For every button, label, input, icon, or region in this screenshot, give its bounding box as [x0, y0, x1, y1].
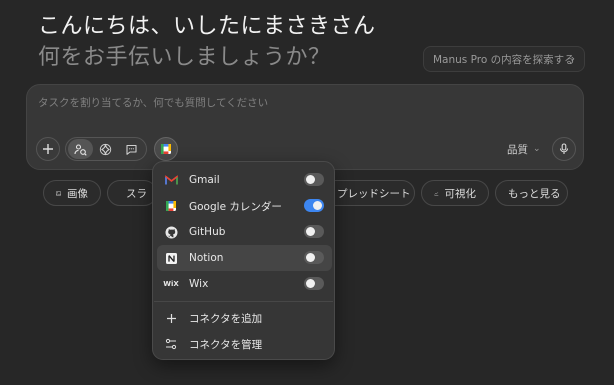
gmail-icon — [164, 173, 178, 187]
sparkle-mode-icon — [100, 143, 112, 155]
wix-icon: WiX — [163, 280, 179, 288]
plus-icon — [43, 144, 53, 154]
sparkle-mode-button[interactable] — [93, 139, 118, 159]
quality-selector[interactable]: 品質 ⌄ — [507, 141, 541, 157]
connector-label: Gmail — [189, 174, 220, 186]
connector-item-google-calendar[interactable]: Google カレンダー — [157, 193, 332, 219]
mode-selector — [65, 137, 147, 161]
chip-more-label: もっと見る — [508, 187, 561, 200]
microphone-icon — [559, 143, 569, 154]
greeting-subtitle: 何をお手伝いしましょうか？ — [38, 45, 331, 70]
google-calendar-toggle[interactable] — [304, 199, 324, 212]
chip-more[interactable]: もっと見る — [495, 180, 568, 206]
plus-icon — [164, 311, 178, 325]
chart-icon — [434, 191, 439, 196]
manage-connectors-item[interactable]: コネクタを管理 — [157, 331, 332, 357]
chip-spreadsheet-label: プレッドシート — [337, 187, 411, 200]
add-connector-label: コネクタを追加 — [189, 312, 263, 325]
quality-label: 品質 — [507, 143, 528, 156]
connector-item-gmail[interactable]: Gmail — [157, 167, 332, 193]
add-button[interactable] — [36, 137, 60, 161]
connector-label: Wix — [189, 278, 209, 290]
agent-mode-button[interactable] — [68, 139, 94, 159]
chip-visualize[interactable]: 可視化 — [421, 180, 489, 206]
connectors-button[interactable] — [154, 137, 178, 161]
chip-image-label: 画像 — [67, 187, 88, 200]
connector-label: GitHub — [189, 226, 226, 238]
chevron-down-icon: ⌄ — [533, 144, 541, 154]
google-calendar-icon — [164, 199, 178, 213]
agent-mode-icon — [74, 143, 87, 156]
manage-connectors-label: コネクタを管理 — [189, 338, 263, 351]
wix-toggle[interactable] — [304, 277, 324, 290]
chat-mode-icon — [126, 144, 137, 155]
connector-item-github[interactable]: GitHub — [157, 219, 332, 245]
image-icon — [56, 190, 61, 196]
notion-toggle[interactable] — [304, 251, 324, 264]
task-input[interactable] — [38, 95, 558, 111]
github-toggle[interactable] — [304, 225, 324, 238]
connector-label: Notion — [189, 252, 224, 264]
chip-image[interactable]: 画像 — [43, 180, 101, 206]
add-connector-item[interactable]: コネクタを追加 — [157, 305, 332, 331]
gmail-toggle[interactable] — [304, 173, 324, 186]
voice-input-button[interactable] — [552, 137, 576, 161]
task-composer: 品質 ⌄ — [26, 84, 584, 170]
chevron-right-icon: › — [570, 52, 575, 65]
explore-pro-button[interactable]: Manus Pro の内容を探索する › — [423, 46, 585, 72]
connector-item-notion[interactable]: Notion — [157, 245, 332, 271]
chip-slides-label: スラ — [126, 187, 147, 200]
connector-item-wix[interactable]: WiX Wix — [157, 271, 332, 297]
greeting-title: こんにちは、いしたにまさきさん — [38, 14, 376, 39]
greeting: こんにちは、いしたにまさきさん 何をお手伝いしましょうか？ — [38, 12, 376, 73]
google-calendar-icon — [161, 144, 171, 154]
menu-divider — [154, 301, 333, 302]
chat-mode-button[interactable] — [119, 139, 144, 159]
manage-connectors-icon — [164, 337, 178, 351]
notion-icon — [164, 251, 178, 265]
chip-slides[interactable]: スラ — [107, 180, 157, 206]
explore-pro-label: Manus Pro の内容を探索する — [433, 53, 575, 66]
connectors-menu: Gmail Google カレンダー GitHub Notion WiX Wix… — [152, 161, 335, 360]
connector-label: Google カレンダー — [189, 200, 282, 213]
github-icon — [164, 225, 178, 239]
chip-visualize-label: 可視化 — [444, 187, 477, 200]
